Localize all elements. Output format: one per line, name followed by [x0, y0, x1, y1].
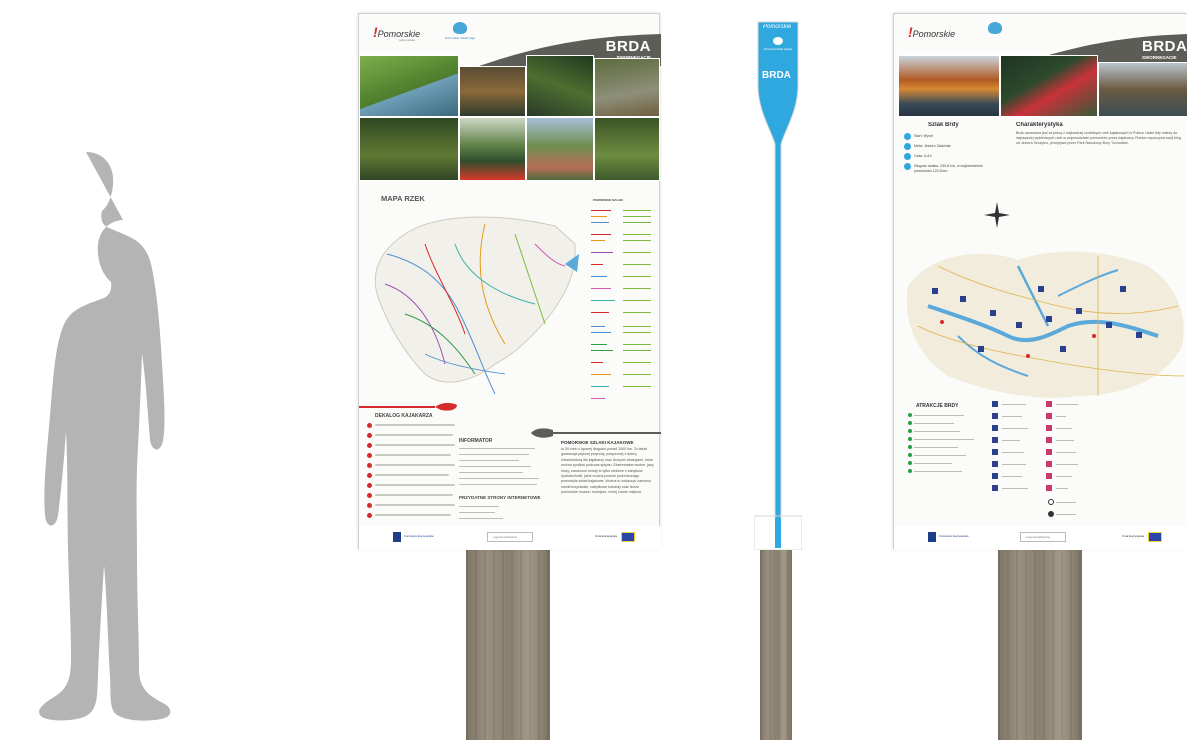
dekalog-heading: DEKALOG KAJAKARZA: [375, 413, 433, 419]
rivers-map: [374, 216, 579, 395]
photo-river-mist: [1098, 62, 1187, 117]
finish-icon: [904, 143, 911, 150]
trail-map: [906, 251, 1185, 398]
wooden-post-right: [998, 548, 1082, 740]
footer-sponsor-left: Fundusze Europejskie: [404, 534, 434, 538]
board-title-right: BRDA: [1142, 38, 1187, 55]
dekalog-list: [367, 421, 459, 527]
photo-autumn-lake: [898, 55, 1000, 117]
trail-item-1: Start: Wyrof: [914, 134, 933, 138]
photo-river-1: [359, 55, 459, 117]
photo-kayaks-red: [1000, 55, 1098, 117]
wooden-post-left: [466, 548, 550, 740]
trail-item-2: Meta: Jezioro Ośdzioła: [914, 144, 951, 148]
start-icon: [904, 133, 911, 140]
eu-flag-icon-right: [1148, 532, 1162, 542]
paddle-icon-label: Pomorskie Szlaki Kajakowe: [764, 48, 792, 51]
eu-funds-icon-right: [928, 532, 936, 542]
map-heading: MAPA RZEK: [381, 194, 425, 203]
photo-river-2: [459, 66, 526, 117]
photo-kayak-bow: [459, 117, 526, 181]
wooden-post-paddle: [760, 548, 792, 740]
photo-river-3: [526, 55, 594, 117]
human-silhouette: [39, 152, 171, 721]
intro-text: to 39 rzek o łącznej długości ponad 1500…: [561, 447, 655, 495]
red-paddle-graphic: [359, 402, 457, 411]
paddle-title: BRDA: [762, 70, 791, 81]
paddle-sign: [754, 21, 802, 550]
attractions-heading: ATRAKCJE BRDY: [916, 403, 959, 409]
info-board-right: !Pomorskie BRDA SWORNEGACIE Szlak Brdy S…: [893, 13, 1187, 550]
footer-sponsor-right-right: Unia Europejska: [1122, 534, 1145, 538]
board-subtitle-right: SWORNEGACIE: [1142, 55, 1177, 60]
paddle-kayak-icon: [773, 37, 783, 45]
footer-sponsor-center: Logo beneficjenta: [493, 535, 517, 539]
photo-forest-2: [594, 117, 660, 181]
clock-icon: [904, 153, 911, 160]
footer-sponsor-right: Unia Europejska: [595, 534, 618, 538]
characteristics-text: Brda uznawana jest za jedną z najbardzie…: [1016, 131, 1181, 145]
intro-lead: POMORSKIE SZLAKI KAJAKOWE: [561, 440, 634, 445]
board-title: BRDA: [605, 38, 651, 55]
photo-kayaks-1: [594, 58, 660, 117]
eu-funds-icon: [393, 532, 401, 542]
trail-item-3: Czas: 6-8 h: [914, 154, 933, 158]
eu-flag-icon: [621, 532, 635, 542]
compass-icon: [984, 202, 1010, 228]
links-list: [459, 504, 519, 524]
footer-sponsor-left-right: Fundusze Europejskie: [939, 534, 969, 538]
gray-paddle-graphic: [531, 428, 661, 438]
informator-heading: INFORMATOR: [459, 438, 493, 444]
attractions-list: [908, 411, 988, 491]
footer-sponsor-center-right: Logo beneficjenta: [1026, 535, 1050, 539]
info-board-left: !Pomorskie turist polsko Pomorskie Szlak…: [358, 13, 661, 550]
trail-heading: Szlak Brdy: [928, 122, 959, 128]
legend-title: POMORSKIE SZLAKI: [593, 198, 624, 202]
characteristics-heading: Charakterystyka: [1016, 122, 1063, 128]
length-icon: [904, 163, 911, 170]
photo-river-4: [526, 117, 594, 181]
informator-list: [459, 446, 549, 496]
paddle-logo: Pomorskie: [763, 24, 792, 30]
photo-forest-1: [359, 117, 459, 181]
map-legend-right: [992, 397, 1142, 525]
map-legend: [589, 204, 655, 404]
trail-item-4: Długość szlaku: 230,8 km, w województwie…: [914, 164, 983, 173]
links-heading: PRZYDATNE STRONY INTERNETOWE: [459, 495, 541, 500]
